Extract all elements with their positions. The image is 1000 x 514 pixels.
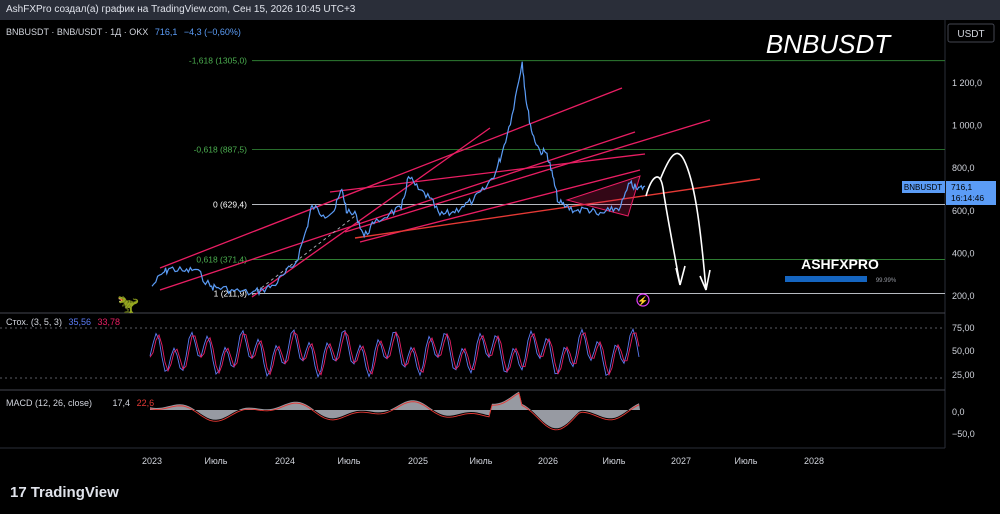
price-tick-label: 1 000,0: [952, 121, 982, 131]
lightning-icon: ⚡: [637, 295, 648, 307]
time-tick-label: Июль: [338, 456, 361, 466]
price-change: −4,3 (−0,60%): [184, 27, 241, 37]
macd-label: MACD (12, 26, close): [6, 398, 92, 408]
symbol-tag-text: BNBUSDT: [904, 183, 942, 192]
fib-level-label: -1,618 (1305,0): [189, 56, 247, 66]
brand-logo: ASHFXPRO: [801, 256, 879, 272]
time-tick-label: 2024: [275, 456, 295, 466]
stoch-tick-25: 25,00: [952, 370, 975, 380]
channel-line-upper-3[interactable]: [344, 119, 711, 233]
price-tick-label: 400,0: [952, 248, 975, 258]
price-tag-countdown: 16:14:46: [951, 193, 984, 203]
chart-canvas[interactable]: USDT BNBUSDT · BNB/USDT · 1Д · OKX 716,1…: [0, 20, 1000, 474]
channel-line-mid[interactable]: [329, 153, 646, 193]
stoch-k-value: 35,56: [68, 317, 91, 327]
macd-legend[interactable]: MACD (12, 26, close) 17,4 22,6: [6, 398, 154, 408]
symbol-info: BNBUSDT · BNB/USDT · 1Д · OKX: [6, 27, 148, 37]
price-tag-value: 716,1: [951, 182, 973, 192]
brand-progress-fill: [785, 276, 867, 282]
price-tick-label: 200,0: [952, 291, 975, 301]
arrow-right-down[interactable]: [659, 152, 711, 291]
tradingview-logo-mark: 17: [10, 484, 27, 501]
stoch-tick-75: 75,00: [952, 323, 975, 333]
time-tick-label: Июль: [470, 456, 493, 466]
time-tick-label: 2023: [142, 456, 162, 466]
time-tick-label: 2025: [408, 456, 428, 466]
forecast-arrows[interactable]: [645, 152, 711, 291]
time-tick-label: Июль: [603, 456, 626, 466]
channel-line-upper-2[interactable]: [159, 131, 636, 291]
fib-level-label: 1 (211,9): [214, 288, 248, 298]
stoch-label: Стох. (3, 5, 3): [6, 317, 62, 327]
dashed-projection-line[interactable]: [251, 215, 356, 296]
time-axis[interactable]: 2023 Июль 2024 Июль 2025 Июль 2026 Июль 2027 Июль…: [142, 456, 824, 466]
time-tick-label: 2026: [538, 456, 558, 466]
price-tick-label: 1 200,0: [952, 78, 982, 88]
footer: 17 TradingView: [0, 474, 1000, 514]
chart-caption-bar: AshFXPro создал(а) график на TradingView…: [0, 0, 1000, 20]
macd-histogram[interactable]: [150, 391, 640, 429]
dinosaur-icon: 🦖: [117, 294, 139, 314]
chart-caption: AshFXPro создал(а) график на TradingView…: [6, 4, 356, 15]
fib-level-label: 0 (629,4): [213, 200, 247, 210]
stoch-d-value: 33,78: [98, 317, 121, 327]
time-tick-label: Июль: [735, 456, 758, 466]
macd-tick-0: 0,0: [952, 407, 965, 417]
currency-label: USDT: [957, 29, 984, 40]
brand-progress-label: 99.99%: [876, 278, 897, 284]
macd-signal-value: 22,6: [137, 398, 155, 408]
chart-title-annotation: BNBUSDT: [766, 29, 892, 59]
tradingview-logo-text: TradingView: [30, 484, 119, 501]
macd-value: 17,4: [113, 398, 131, 408]
time-tick-label: 2028: [804, 456, 824, 466]
stoch-legend[interactable]: Стох. (3, 5, 3) 35,56 33,78: [6, 317, 120, 327]
tradingview-logo[interactable]: 17 TradingView: [10, 484, 119, 501]
price-tick-label: 800,0: [952, 163, 975, 173]
price-tick-label: 600,0: [952, 206, 975, 216]
symbol-legend[interactable]: BNBUSDT · BNB/USDT · 1Д · OKX 716,1 −4,3…: [6, 27, 241, 37]
trend-drawings[interactable]: [159, 87, 761, 298]
time-tick-label: 2027: [671, 456, 691, 466]
last-price: 716,1: [155, 27, 178, 37]
channel-line-upper-1[interactable]: [159, 87, 623, 269]
stoch-tick-50: 50,00: [952, 346, 975, 356]
fib-level-label: -0,618 (887,5): [194, 145, 248, 155]
current-price-tag[interactable]: BNBUSDT 716,1 16:14:46: [902, 181, 996, 205]
macd-tick-neg50: −50,0: [952, 429, 975, 439]
time-tick-label: Июль: [205, 456, 228, 466]
